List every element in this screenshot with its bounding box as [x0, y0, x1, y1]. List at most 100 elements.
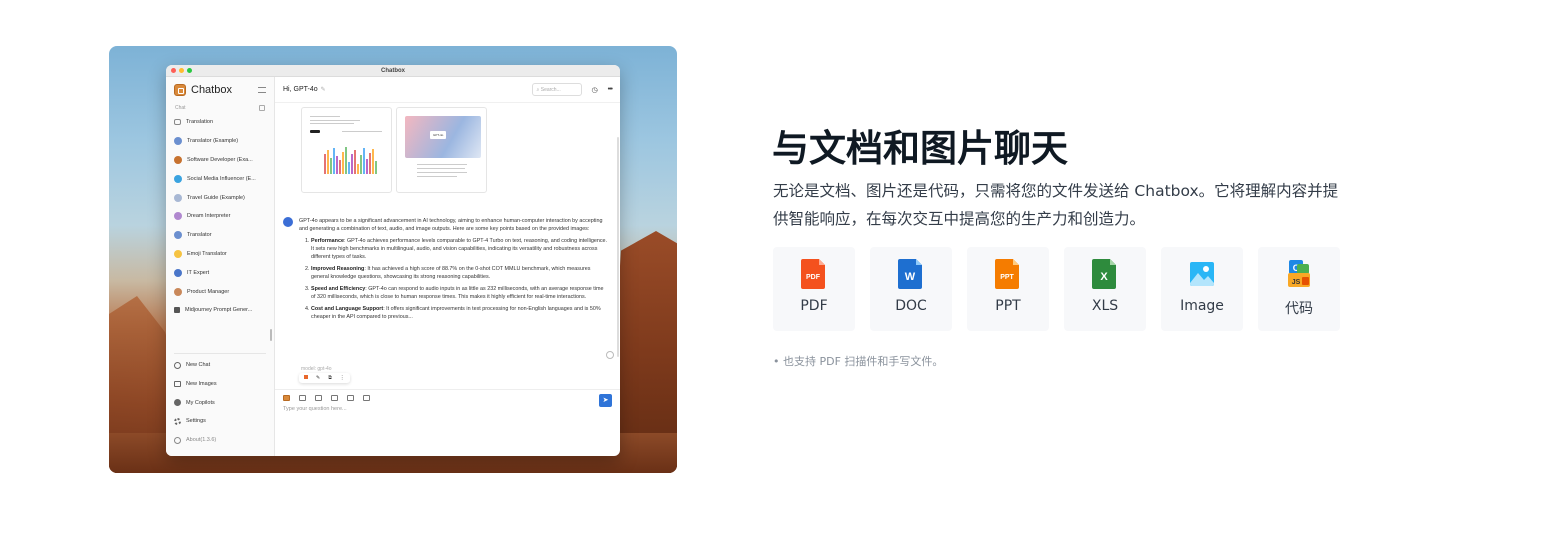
sidebar-item-label: Software Developer (Exa... — [187, 156, 253, 163]
nav-label: Settings — [186, 418, 206, 425]
mini-bar — [333, 148, 335, 174]
sidebar-item-translator[interactable]: Translator — [174, 226, 266, 245]
sidebar-item-midjourney-prompt[interactable]: Midjourney Prompt Gener... — [174, 301, 266, 320]
chat-title: Hi, GPT-4o — [283, 86, 318, 93]
code-badge: JS — [1292, 279, 1301, 286]
product-manager-avatar-icon — [174, 287, 182, 296]
mini-bar — [330, 158, 332, 174]
mini-bar — [339, 160, 341, 174]
sidebar-item-label: IT Expert — [187, 269, 210, 276]
doc-line — [310, 116, 340, 117]
midjourney-avatar-icon — [174, 307, 180, 314]
pdf-file-icon: PDF — [801, 259, 825, 289]
composer-toolbar — [275, 390, 620, 406]
window-title: Chatbox — [381, 67, 405, 74]
new-chat-icon[interactable] — [299, 395, 306, 401]
search-box[interactable]: ⌕ Search... — [531, 83, 582, 96]
image-attachments: GPT-4o — [301, 107, 487, 193]
settings-button[interactable]: Settings — [174, 412, 266, 431]
doc-line — [342, 131, 382, 132]
my-copilots-button[interactable]: My Copilots — [174, 393, 266, 412]
message-intro: GPT-4o appears to be a significant advan… — [299, 218, 603, 232]
sidebar-divider — [174, 353, 266, 354]
sidebar-header: Chatbox — [166, 77, 274, 103]
sidebar-item-translation[interactable]: Translation — [174, 113, 266, 132]
xls-file-icon: X — [1092, 259, 1116, 289]
format-card-xls: X XLS — [1064, 247, 1146, 331]
send-button[interactable]: ➤ — [599, 394, 612, 407]
mini-bar — [369, 153, 371, 174]
sidebar-item-dream-interpreter[interactable]: Dream Interpreter — [174, 207, 266, 226]
doc-line — [417, 164, 467, 165]
point-text: : GPT-4o achieves performance levels com… — [311, 238, 608, 260]
translator-avatar-icon — [174, 137, 182, 146]
message-point: Improved Reasoning: It has achieved a hi… — [311, 265, 608, 281]
new-images-button[interactable]: New Images — [174, 375, 266, 394]
new-chat-icon[interactable] — [259, 105, 265, 111]
doc-badge: W — [905, 271, 916, 283]
collapse-sidebar-icon[interactable] — [258, 87, 266, 93]
format-card-code: C JS 代码 — [1258, 247, 1340, 331]
sidebar-item-translator-example[interactable]: Translator (Example) — [174, 132, 266, 151]
edit-title-icon[interactable]: ✎ — [321, 86, 326, 93]
mini-bar — [354, 150, 356, 174]
mini-bar-chart — [324, 146, 377, 174]
nav-label: About(1.3.6) — [186, 437, 217, 444]
assistant-message: GPT-4o appears to be a significant advan… — [283, 217, 608, 325]
sidebar-bottom-nav: New Chat New Images My Copilots Settings… — [166, 351, 274, 449]
more-options-icon[interactable]: ••• — [608, 86, 613, 93]
message-point: Cost and Language Support: It offers sig… — [311, 305, 608, 321]
chat-history-icon[interactable] — [315, 395, 322, 401]
chat-scrollbar[interactable] — [617, 137, 619, 357]
sidebar-item-software-developer[interactable]: Software Developer (Exa... — [174, 151, 266, 170]
gpt4o-slide-attachment[interactable]: GPT-4o — [396, 107, 487, 193]
sidebar-item-it-expert[interactable]: IT Expert — [174, 263, 266, 282]
format-label: DOC — [895, 298, 927, 314]
mini-bar — [348, 162, 350, 174]
history-icon[interactable]: ◷ — [592, 86, 598, 94]
chat-list: Translation Translator (Example) Softwar… — [166, 113, 274, 320]
sidebar-item-label: Midjourney Prompt Gener... — [185, 307, 253, 314]
image-icon — [174, 381, 181, 388]
new-chat-button[interactable]: New Chat — [174, 356, 266, 375]
sidebar-item-social-media-influencer[interactable]: Social Media Influencer (E... — [174, 169, 266, 188]
feature-description: 无论是文档、图片还是代码，只需将您的文件发送给 Chatbox。它将理解内容并提… — [773, 182, 1339, 228]
folder-icon[interactable] — [347, 395, 354, 401]
more-icon[interactable]: ⋮ — [340, 375, 345, 381]
image-file-icon — [1190, 262, 1214, 286]
copy-message-icon[interactable] — [606, 351, 614, 359]
sidebar-item-product-manager[interactable]: Product Manager — [174, 282, 266, 301]
mini-bar — [366, 159, 368, 174]
sidebar-scrollbar[interactable] — [270, 329, 272, 341]
doc-line — [310, 120, 360, 121]
image-upload-icon[interactable] — [331, 395, 338, 401]
benchmark-chart-attachment[interactable] — [301, 107, 392, 193]
sidebar-item-emoji-translator[interactable]: Emoji Translator — [174, 245, 266, 264]
ppt-badge: PPT — [1000, 274, 1014, 281]
format-label: Image — [1180, 298, 1224, 314]
message-input[interactable]: Type your question here... — [275, 406, 620, 412]
message-point: Performance: GPT-4o achieves performance… — [311, 237, 608, 261]
xls-badge: X — [1100, 271, 1108, 283]
code-file-icon: C JS — [1288, 260, 1310, 287]
mini-bar — [357, 164, 359, 174]
format-label: XLS — [1091, 298, 1119, 314]
point-title: Cost and Language Support — [311, 306, 384, 312]
stop-icon[interactable] — [304, 375, 308, 379]
settings-sliders-icon[interactable] — [363, 395, 370, 401]
point-title: Performance — [311, 238, 344, 244]
chat-main: Hi, GPT-4o ✎ ⌕ Search... ◷ ••• GPT-4o GP… — [275, 77, 620, 456]
emoji-avatar-icon — [174, 249, 182, 258]
copilot-picker-icon[interactable] — [283, 395, 290, 401]
info-icon — [174, 436, 181, 444]
about-button[interactable]: About(1.3.6) — [174, 431, 266, 450]
model-label: model: gpt-4o — [301, 366, 332, 372]
format-label: 代码 — [1285, 301, 1313, 317]
copilot-icon — [174, 399, 181, 407]
edit-icon[interactable]: ✎ — [316, 375, 320, 381]
copy-icon[interactable]: ⧉ — [328, 375, 332, 381]
sidebar-item-label: Translation — [186, 119, 214, 126]
sidebar-item-travel-guide[interactable]: Travel Guide (Example) — [174, 188, 266, 207]
assistant-avatar-icon — [283, 217, 293, 227]
chatbox-window: Chatbox Chatbox Chat Translation Transla… — [166, 65, 620, 456]
